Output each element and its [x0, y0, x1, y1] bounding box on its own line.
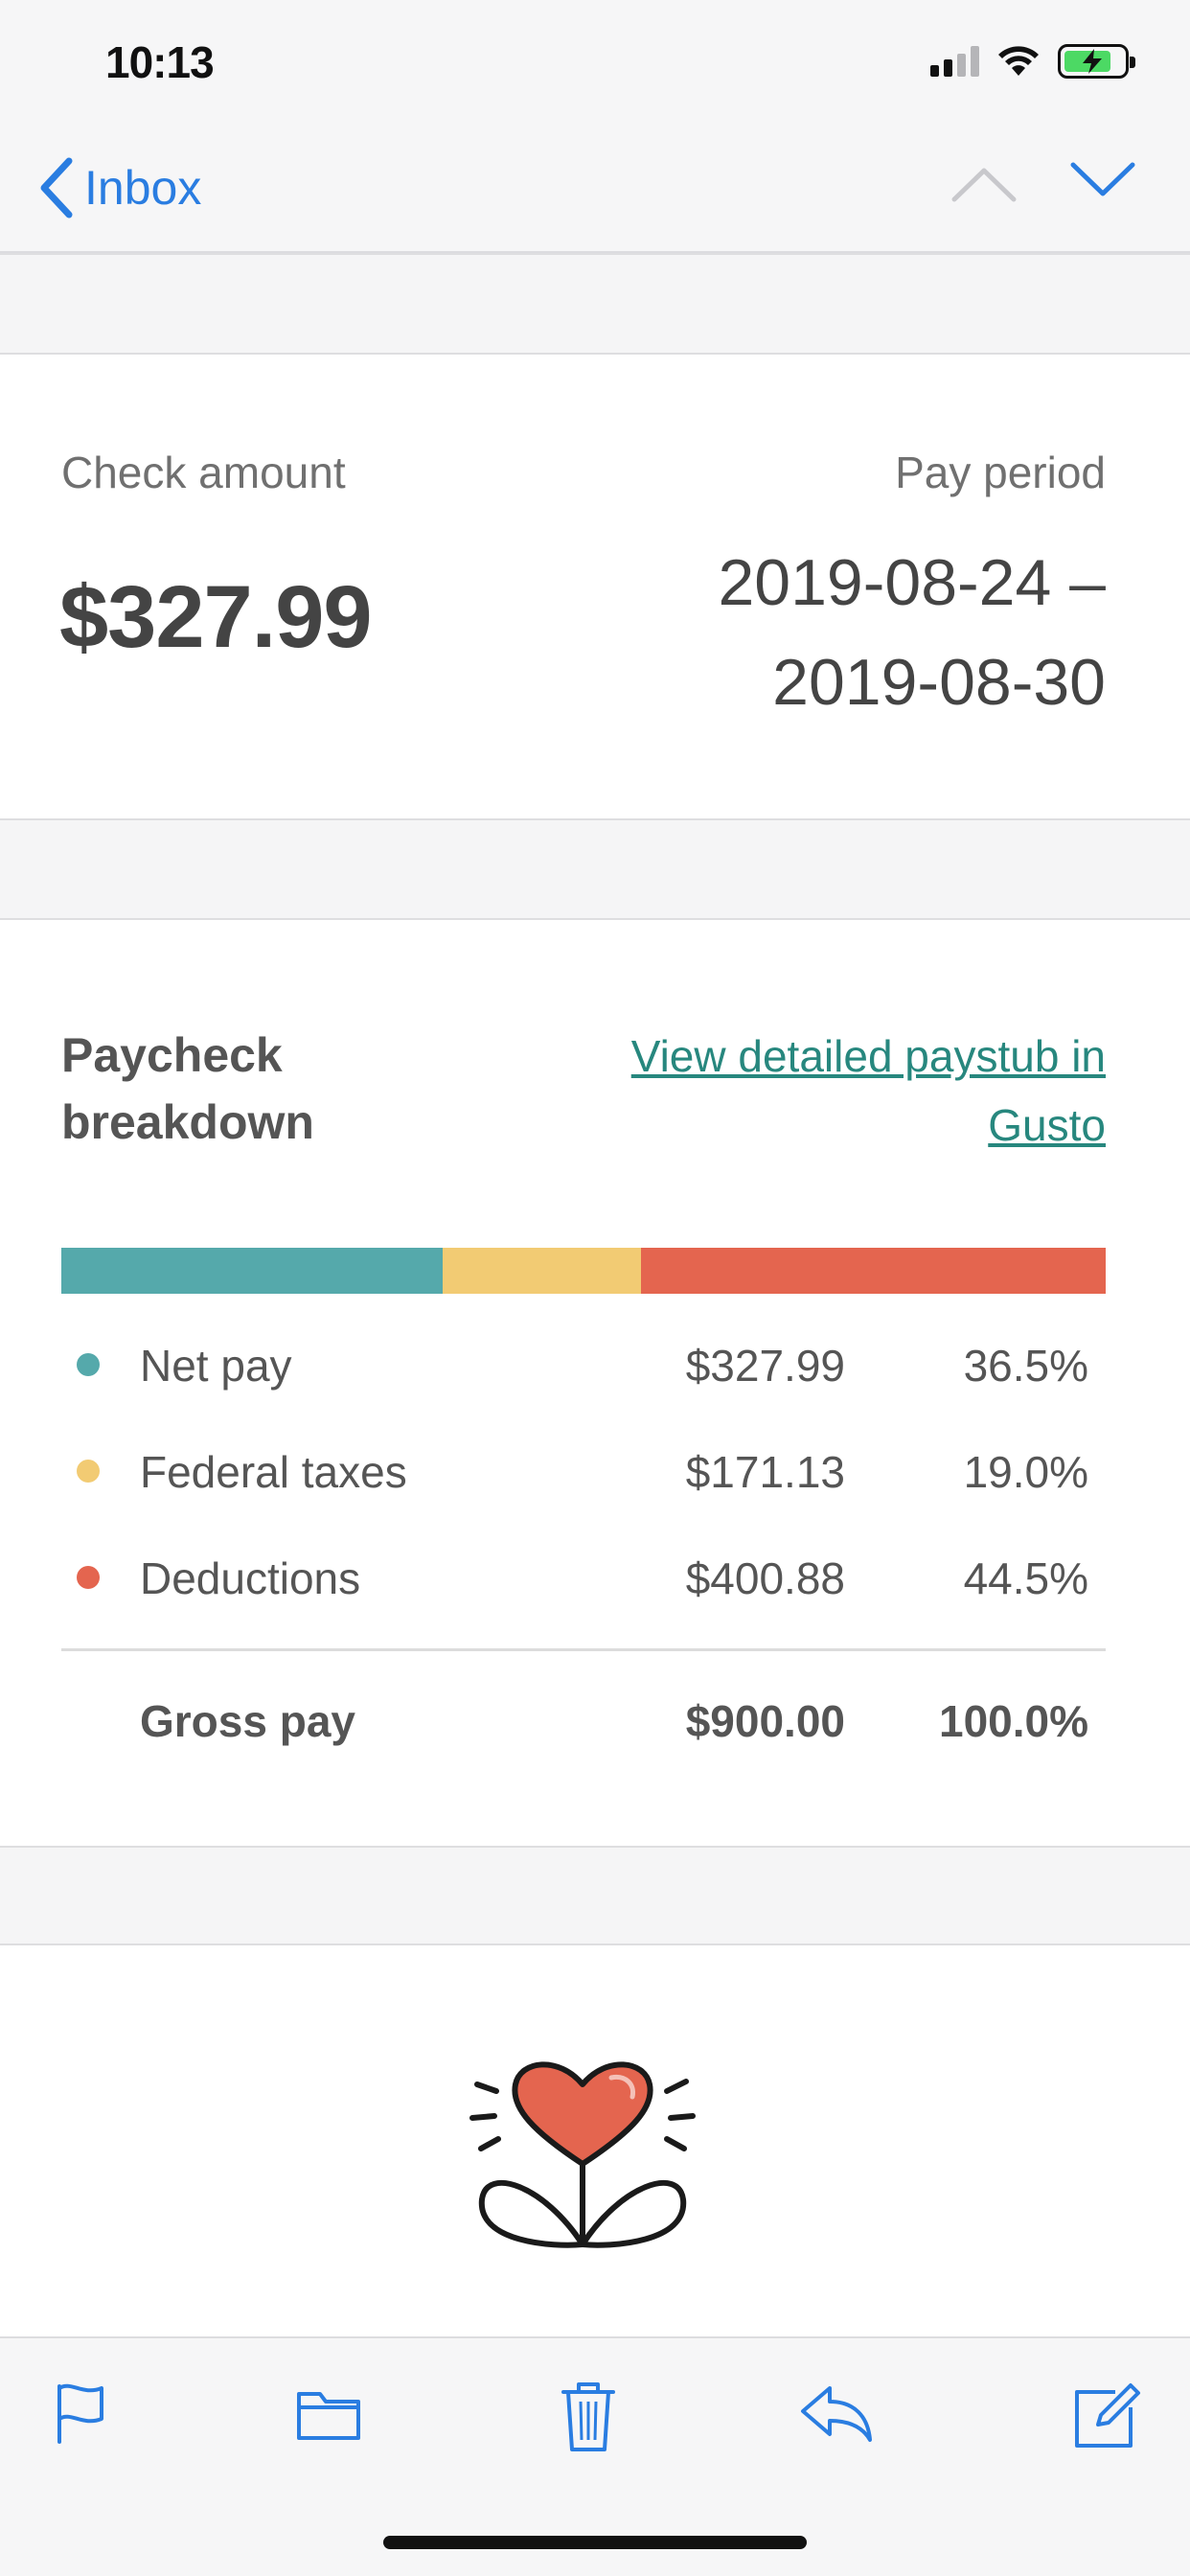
flag-icon[interactable]	[52, 2379, 109, 2448]
spacer-band	[0, 818, 1190, 920]
row-percent: 36.5%	[963, 1341, 1088, 1391]
row-amount: $171.13	[685, 1447, 845, 1497]
pay-period-value: 2019-08-24 – 2019-08-30	[718, 533, 1106, 732]
breakdown-row-federal-taxes: Federal taxes $171.13 19.0%	[61, 1440, 1106, 1498]
status-bar: 10:13	[0, 0, 1190, 126]
check-amount-label: Check amount	[61, 448, 346, 497]
total-amount: $900.00	[685, 1696, 845, 1746]
breakdown-card: Paycheck breakdown View detailed paystub…	[0, 920, 1190, 1846]
view-paystub-link[interactable]: View detailed paystub in Gusto	[531, 1022, 1106, 1160]
spacer-band	[0, 1846, 1190, 1945]
wifi-icon	[998, 46, 1039, 76]
row-label: Deductions	[140, 1553, 361, 1603]
row-percent: 19.0%	[963, 1447, 1088, 1497]
status-icons	[930, 44, 1135, 79]
row-amount: $400.88	[685, 1553, 845, 1603]
breakdown-row-net-pay: Net pay $327.99 36.5%	[61, 1334, 1106, 1392]
summary-card: Check amount $327.99 Pay period 2019-08-…	[0, 355, 1190, 818]
mail-nav-bar: Inbox	[0, 126, 1190, 253]
pay-period-start: 2019-08-24 –	[718, 546, 1106, 619]
chevron-up-icon[interactable]	[949, 159, 1019, 207]
breakdown-row-gross-pay: Gross pay $900.00 100.0%	[61, 1690, 1106, 1747]
home-indicator	[383, 2536, 807, 2549]
total-percent: 100.0%	[938, 1696, 1088, 1746]
chevron-down-icon[interactable]	[1067, 155, 1138, 203]
breakdown-stacked-bar	[61, 1248, 1106, 1294]
trash-icon[interactable]	[560, 2379, 617, 2455]
spacer-band	[0, 253, 1190, 355]
bar-segment-net-pay	[61, 1248, 443, 1294]
total-label: Gross pay	[140, 1696, 355, 1746]
legend-dot	[77, 1566, 100, 1589]
signal-icon	[930, 46, 979, 77]
back-label: Inbox	[84, 161, 202, 215]
legend-dot	[77, 1353, 100, 1376]
reply-icon[interactable]	[799, 2379, 874, 2448]
heart-flower-icon	[469, 2061, 696, 2248]
bar-segment-federal-taxes	[442, 1248, 641, 1294]
illustration-card	[0, 1945, 1190, 2336]
row-label: Federal taxes	[140, 1447, 407, 1497]
row-label: Net pay	[140, 1341, 292, 1391]
back-to-inbox-button[interactable]: Inbox	[34, 155, 201, 220]
status-time: 10:13	[105, 37, 215, 87]
bar-segment-deductions	[640, 1248, 1106, 1294]
breakdown-row-deductions: Deductions $400.88 44.5%	[61, 1547, 1106, 1604]
row-percent: 44.5%	[963, 1553, 1088, 1603]
breakdown-title: Paycheck breakdown	[61, 1028, 314, 1149]
battery-charging-icon	[1058, 44, 1135, 79]
compose-icon[interactable]	[1071, 2379, 1144, 2451]
pay-period-label: Pay period	[895, 448, 1106, 497]
row-amount: $327.99	[685, 1341, 845, 1391]
pay-period-end: 2019-08-30	[772, 646, 1106, 719]
chevron-left-icon	[40, 157, 73, 218]
legend-dot	[77, 1460, 100, 1483]
breakdown-divider	[61, 1648, 1106, 1651]
check-amount-value: $327.99	[59, 568, 373, 666]
folder-icon[interactable]	[295, 2379, 362, 2448]
